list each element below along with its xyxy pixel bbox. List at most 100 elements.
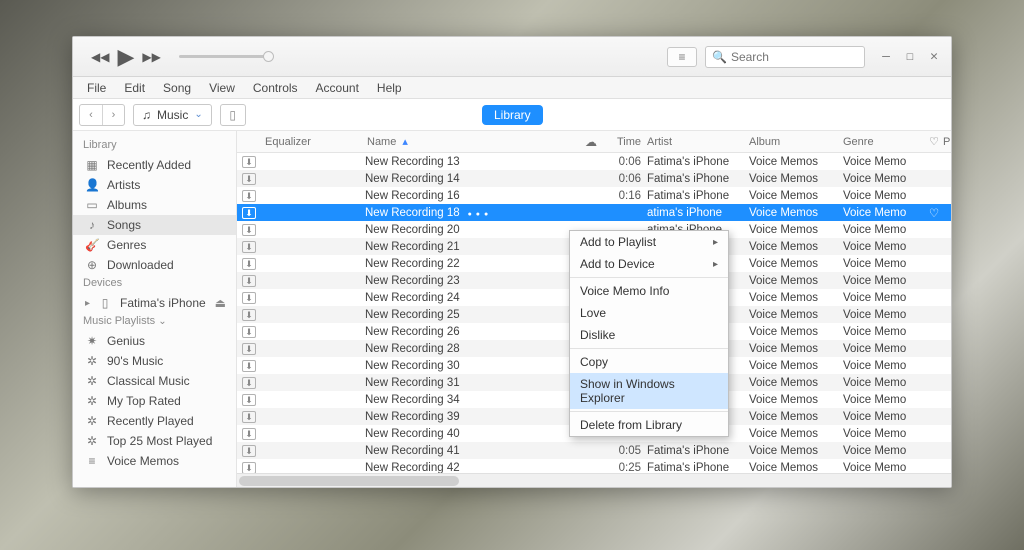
volume-slider[interactable]: [179, 55, 269, 58]
submenu-arrow-icon: ▸: [713, 259, 718, 270]
albums-icon: ▭: [85, 198, 99, 212]
track-name: New Recording 34: [365, 394, 460, 406]
col-equalizer[interactable]: Equalizer: [261, 136, 365, 148]
col-time[interactable]: Time: [603, 136, 647, 148]
track-album: Voice Memos: [749, 326, 843, 338]
ctx-show-in-windows-explorer[interactable]: Show in Windows Explorer: [570, 373, 728, 409]
ctx-copy[interactable]: Copy: [570, 351, 728, 373]
favorite-cell[interactable]: ♡: [925, 206, 943, 220]
sidebar-item-90-s-music[interactable]: ✲90's Music: [73, 351, 236, 371]
downloaded-icon: ⊕: [85, 258, 99, 272]
track-name: New Recording 30: [365, 360, 460, 372]
play-button[interactable]: ▶: [117, 44, 134, 70]
track-artist: Fatima's iPhone: [647, 190, 749, 202]
download-icon: ⬇: [242, 326, 256, 338]
table-row[interactable]: ⬇New Recording 140:06Fatima's iPhoneVoic…: [237, 170, 951, 187]
track-genre: Voice Memo: [843, 156, 925, 168]
download-icon: ⬇: [242, 360, 256, 372]
track-album: Voice Memos: [749, 258, 843, 270]
track-album: Voice Memos: [749, 207, 843, 219]
device-button[interactable]: ▯: [220, 104, 246, 126]
list-view-button[interactable]: ≡: [667, 47, 697, 67]
nav-back-button[interactable]: ‹: [80, 105, 102, 125]
sidebar-item-fatima-s-iphone[interactable]: ▸▯Fatima's iPhone⏏: [73, 293, 236, 313]
track-name: New Recording 20: [365, 224, 460, 236]
ctx-voice-memo-info[interactable]: Voice Memo Info: [570, 280, 728, 302]
sidebar-item-label: Recently Added: [107, 158, 191, 172]
ctx-delete-from-library[interactable]: Delete from Library: [570, 414, 728, 436]
track-genre: Voice Memo: [843, 207, 925, 219]
col-name[interactable]: Name ▴: [365, 135, 579, 148]
download-icon: ⬇: [242, 241, 256, 253]
search-box[interactable]: 🔍: [705, 46, 865, 68]
menu-file[interactable]: File: [79, 79, 114, 97]
itunes-window: ◀◀ ▶ ▶▶ ≡ 🔍 — ☐ ✕ FileEditSongViewContro…: [72, 36, 952, 488]
track-artist: atima's iPhone: [647, 207, 749, 219]
track-name: New Recording 24: [365, 292, 460, 304]
sidebar-item-label: My Top Rated: [107, 394, 181, 408]
track-genre: Voice Memo: [843, 224, 925, 236]
sidebar-item-classical-music[interactable]: ✲ Classical Music: [73, 371, 236, 391]
sidebar-item-genres[interactable]: 🎸Genres: [73, 235, 236, 255]
col-artist[interactable]: Artist: [647, 136, 749, 148]
close-button[interactable]: ✕: [925, 49, 943, 64]
ctx-item-label: Voice Memo Info: [580, 284, 669, 298]
col-last[interactable]: P: [943, 136, 951, 148]
ctx-add-to-device[interactable]: Add to Device▸: [570, 253, 728, 275]
next-button[interactable]: ▶▶: [142, 50, 160, 64]
sidebar-item-top-25-most-played[interactable]: ✲Top 25 Most Played: [73, 431, 236, 451]
menu-account[interactable]: Account: [308, 79, 367, 97]
table-row[interactable]: ⬇New Recording 130:06Fatima's iPhoneVoic…: [237, 153, 951, 170]
track-time: 0:06: [603, 173, 647, 185]
sidebar-item-my-top-rated[interactable]: ✲My Top Rated: [73, 391, 236, 411]
recent-icon: ▦: [85, 158, 99, 172]
sidebar-item-albums[interactable]: ▭Albums: [73, 195, 236, 215]
search-input[interactable]: [731, 50, 858, 64]
table-row[interactable]: ⬇New Recording 160:16Fatima's iPhoneVoic…: [237, 187, 951, 204]
menu-edit[interactable]: Edit: [116, 79, 153, 97]
gear-icon: ✲: [85, 374, 99, 388]
download-icon: ⬇: [242, 411, 256, 423]
table-row[interactable]: ⬇New Recording 18● ● ●atima's iPhoneVoic…: [237, 204, 951, 221]
track-name: New Recording 40: [365, 428, 460, 440]
eject-icon[interactable]: ⏏: [215, 296, 226, 310]
menu-help[interactable]: Help: [369, 79, 410, 97]
sidebar-item-voice-memos[interactable]: ≡Voice Memos: [73, 451, 236, 471]
track-genre: Voice Memo: [843, 309, 925, 321]
sidebar-item-songs[interactable]: ♪Songs: [73, 215, 236, 235]
ctx-love[interactable]: Love: [570, 302, 728, 324]
col-favorite[interactable]: ♡: [925, 135, 943, 148]
maximize-button[interactable]: ☐: [901, 49, 919, 64]
menu-view[interactable]: View: [201, 79, 243, 97]
download-icon: ⬇: [242, 377, 256, 389]
menu-controls[interactable]: Controls: [245, 79, 306, 97]
sidebar-item-recently-added[interactable]: ▦ Recently Added: [73, 155, 236, 175]
ellipsis-icon[interactable]: ● ● ●: [468, 211, 490, 218]
horizontal-scrollbar[interactable]: [237, 473, 951, 487]
ctx-add-to-playlist[interactable]: Add to Playlist▸: [570, 231, 728, 253]
sidebar-item-genius[interactable]: ✷Genius: [73, 331, 236, 351]
media-type-selector[interactable]: ♫ Music ⌄: [133, 104, 212, 126]
ctx-dislike[interactable]: Dislike: [570, 324, 728, 346]
track-artist: Fatima's iPhone: [647, 445, 749, 457]
sidebar-item-label: Classical Music: [107, 374, 190, 388]
track-name: New Recording 26: [365, 326, 460, 338]
sidebar-item-recently-played[interactable]: ✲Recently Played: [73, 411, 236, 431]
nav-forward-button[interactable]: ›: [102, 105, 124, 125]
previous-button[interactable]: ◀◀: [91, 50, 109, 64]
col-cloud[interactable]: ☁: [579, 135, 603, 149]
minimize-button[interactable]: —: [877, 49, 895, 64]
table-row[interactable]: ⬇New Recording 410:05Fatima's iPhoneVoic…: [237, 442, 951, 459]
sidebar-item-label: Voice Memos: [107, 454, 179, 468]
col-genre[interactable]: Genre: [843, 136, 925, 148]
sidebar-item-downloaded[interactable]: ⊕Downloaded: [73, 255, 236, 275]
menu-song[interactable]: Song: [155, 79, 199, 97]
sidebar-item-label: Songs: [107, 218, 141, 232]
library-tab[interactable]: Library: [482, 105, 543, 125]
table-row[interactable]: ⬇New Recording 420:25Fatima's iPhoneVoic…: [237, 459, 951, 473]
gear-icon: ✷: [85, 334, 99, 348]
sidebar-item-artists[interactable]: 👤Artists: [73, 175, 236, 195]
menu-bar: FileEditSongViewControlsAccountHelp: [73, 77, 951, 99]
col-album[interactable]: Album: [749, 136, 843, 148]
download-icon: ⬇: [242, 394, 256, 406]
